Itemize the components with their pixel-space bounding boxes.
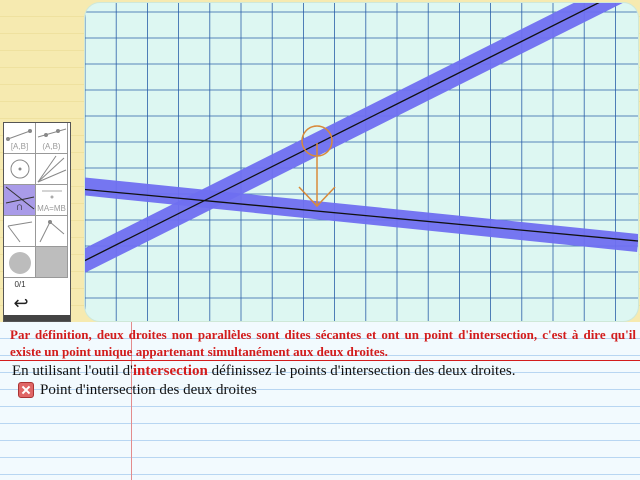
color-tool[interactable] <box>36 247 68 278</box>
line-1-band[interactable] <box>85 3 638 273</box>
grid <box>85 3 638 321</box>
tool-counter: 0/1 <box>14 280 26 289</box>
geometry-canvas[interactable] <box>85 3 638 321</box>
point-tool[interactable] <box>4 154 36 185</box>
lines-tool[interactable] <box>36 154 68 185</box>
instruction-before: En utilisant l'outil d' <box>12 363 133 379</box>
compass-tool[interactable] <box>4 216 36 247</box>
task-item: Point d'intersection des deux droites <box>18 381 257 399</box>
toolbox-footer <box>4 315 70 321</box>
task-label: Point d'intersection des deux droites <box>40 382 257 398</box>
polygon-tool[interactable] <box>36 216 68 247</box>
instruction-text: En utilisant l'outil d'intersection défi… <box>12 362 515 380</box>
toolbox: [A,B] (A,B) ∩ MA=MB 0/1 ↩ <box>3 122 71 322</box>
equidistance-tool[interactable]: MA=MB <box>36 185 68 216</box>
back-arrow-icon[interactable]: ↩ <box>6 293 36 313</box>
definition-text: Par définition, deux droites non parallè… <box>10 327 636 359</box>
cross-icon <box>18 382 34 398</box>
definition-divider <box>0 360 640 361</box>
instruction-keyword: intersection <box>132 363 208 379</box>
instruction-after: définissez le points d'intersection des … <box>207 363 516 379</box>
intersection-tool[interactable]: ∩ <box>4 185 36 216</box>
drawing-board[interactable] <box>84 2 639 322</box>
fill-tool[interactable] <box>4 247 36 278</box>
ray-tool[interactable]: (A,B) <box>36 123 68 154</box>
segment-tool[interactable]: [A,B] <box>4 123 36 154</box>
